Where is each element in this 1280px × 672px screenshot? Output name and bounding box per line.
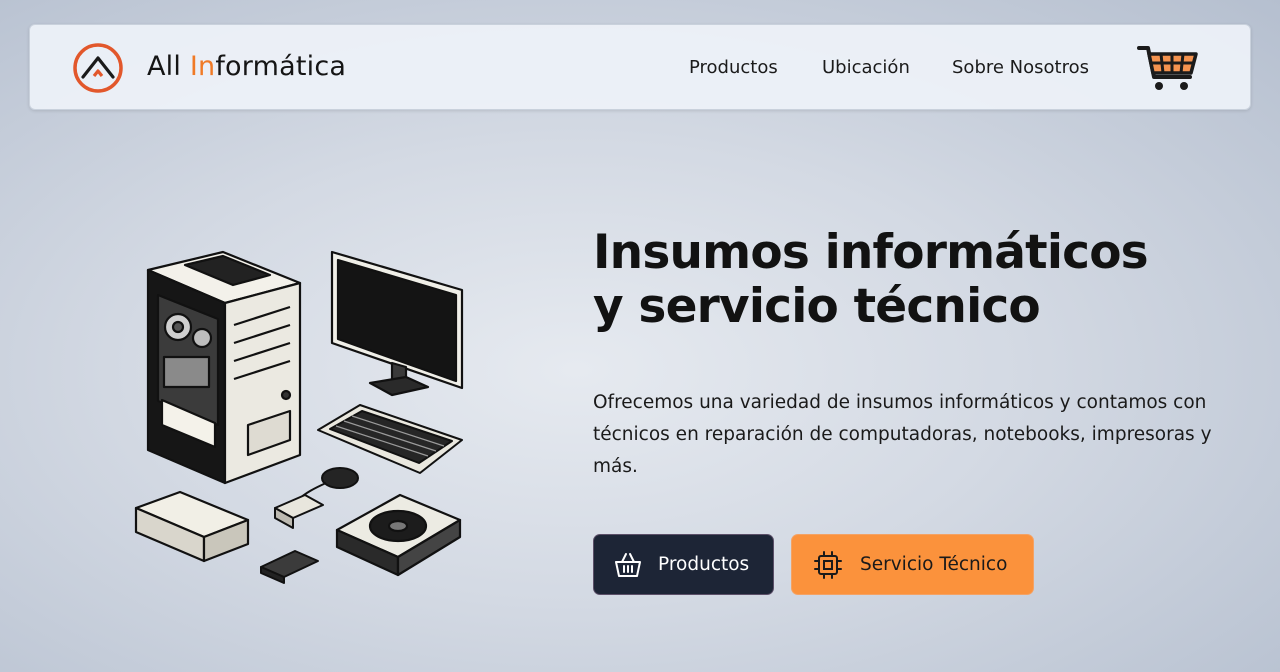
brand-accent: In: [189, 51, 216, 82]
service-button-label: Servicio Técnico: [860, 554, 1008, 575]
brand-prefix: All: [147, 51, 190, 82]
hero-description: Ofrecemos una variedad de insumos inform…: [593, 392, 1212, 477]
hero-title-line1: Insumos informáticos: [593, 225, 1149, 280]
brand-name[interactable]: All Informática: [147, 50, 346, 84]
keyboard-icon: [317, 404, 463, 474]
ssd-icon: [260, 550, 319, 584]
power-supply-icon: [335, 493, 462, 577]
shopping-cart-icon[interactable]: [1137, 43, 1199, 93]
products-button[interactable]: Productos: [593, 534, 774, 595]
nav-link-ubicacion[interactable]: Ubicación: [822, 56, 910, 80]
brand-suffix: formática: [215, 51, 347, 82]
hero-title: Insumos informáticos y servicio técnico: [593, 226, 1233, 334]
basket-icon: [615, 552, 641, 577]
cpu-chip-icon: [814, 550, 842, 579]
mountain-circle-logo-icon[interactable]: [72, 42, 124, 94]
nav-link-productos[interactable]: Productos: [689, 56, 778, 80]
monitor-icon: [330, 250, 464, 397]
hero-title-line2: y servicio técnico: [593, 279, 1041, 334]
service-button[interactable]: Servicio Técnico: [791, 534, 1034, 595]
navbar: All Informática Productos Ubicación Sobr…: [29, 24, 1251, 110]
products-button-label: Productos: [658, 554, 750, 575]
nav-link-sobre-nosotros[interactable]: Sobre Nosotros: [952, 56, 1089, 80]
pc-tower-icon: [146, 250, 302, 485]
computer-hardware-illustration: [134, 250, 464, 584]
usb-stick-icon: [274, 494, 324, 529]
external-drive-icon: [134, 490, 250, 563]
